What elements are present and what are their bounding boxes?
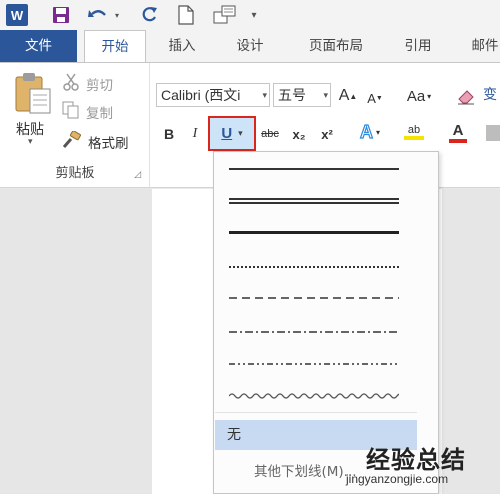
italic-button[interactable]: I [186,123,204,145]
new-document-icon[interactable] [176,4,196,26]
underline-option-double[interactable] [215,186,415,218]
clipboard-group: 粘贴 ▾ 剪切 复制 格式刷 剪贴板 ◿ [0,63,150,189]
underline-option-dashed[interactable] [215,284,415,316]
undo-dropdown-icon[interactable]: ▾ [112,4,122,26]
paintbrush-icon [62,130,82,153]
tab-references[interactable]: 引用 [390,30,446,62]
tab-mailings[interactable]: 邮件 [460,30,500,62]
subscript-button[interactable]: x₂ [288,123,310,145]
word-logo-icon: W [6,4,28,26]
underline-option-dash-dot[interactable] [215,318,415,350]
copy-label: 复制 [86,106,113,122]
highlight-button[interactable]: ab [394,121,434,143]
phonetic-guide-label: 变 [483,86,497,102]
quick-access-toolbar: W ▾ ▾ [0,0,500,30]
phonetic-guide-button[interactable]: 变 [480,83,500,105]
touch-mode-icon[interactable] [212,4,238,26]
chevron-down-icon: ▾ [262,90,267,100]
eraser-icon [458,90,474,105]
more-underlines-item[interactable]: 其他下划线(M)... [254,460,357,480]
underline-option-dash-dot-dot[interactable] [215,350,415,382]
tab-design[interactable]: 设计 [222,30,278,62]
copy-button[interactable]: 复制 [62,101,113,123]
paste-button[interactable]: 粘贴 [16,119,44,139]
customize-icon[interactable]: ▾ [248,4,260,26]
chevron-down-icon: ▾ [323,90,328,100]
underline-button[interactable]: U ▾ [208,116,256,151]
font-name-combo[interactable]: Calibri (西文i ▾ [156,83,270,107]
clear-formatting-button[interactable] [455,85,477,107]
underline-option-single[interactable] [215,154,415,186]
watermark-title: 经验总结 [366,445,466,474]
tab-home[interactable]: 开始 [84,30,146,63]
underline-dropdown-icon: ▾ [238,128,243,139]
tab-insert[interactable]: 插入 [152,30,212,62]
underline-label: U [221,125,233,142]
text-effects-label: A [359,121,373,142]
cut-label: 剪切 [86,78,113,94]
bold-button[interactable]: B [160,123,178,145]
menu-separator [215,412,417,413]
grow-font-button[interactable]: A ▲ [338,85,358,107]
paste-icon[interactable] [14,71,54,117]
bold-label: B [163,126,175,142]
change-case-label: Aa [406,87,426,105]
underline-option-wave[interactable] [215,382,415,414]
highlight-color-swatch [404,136,424,140]
paste-dropdown-icon[interactable]: ▾ [28,137,33,147]
scissors-icon [62,73,80,95]
superscript-label: x² [321,126,333,142]
text-effects-button[interactable]: A ▾ [354,121,386,143]
superscript-button[interactable]: x² [316,123,338,145]
format-painter-label: 格式刷 [88,136,129,152]
format-painter-button[interactable]: 格式刷 [62,130,129,153]
font-size-value: 五号 [278,87,306,103]
italic-label: I [192,126,198,141]
ribbon-tabs: 文件 开始 插入 设计 页面布局 引用 邮件 [0,30,500,63]
shrink-font-label: A [367,90,376,106]
font-color-swatch [449,138,467,143]
font-color-label: A [452,121,464,139]
watermark-url: jingyanzongjie.com [346,472,449,486]
undo-icon[interactable] [86,4,110,26]
cut-button[interactable]: 剪切 [62,73,113,95]
dialog-launcher-icon[interactable]: ◿ [134,170,141,180]
font-name-value: Calibri (西文i [161,87,241,103]
subscript-label: x₂ [292,126,306,142]
tab-file[interactable]: 文件 [0,30,77,62]
strikethrough-button[interactable]: abc [258,123,282,145]
font-size-combo[interactable]: 五号 ▾ [273,83,331,107]
clipboard-group-label: 剪贴板 [55,166,95,181]
copy-icon [62,101,80,123]
grow-font-label: A [338,87,350,104]
strikethrough-label: abc [261,128,279,140]
highlight-label: ab [407,124,421,136]
save-icon[interactable] [50,4,72,26]
change-case-button[interactable]: Aa ▾ [400,85,438,107]
underline-option-thick[interactable] [215,218,415,250]
redo-icon[interactable] [138,4,160,26]
tab-layout[interactable]: 页面布局 [296,30,376,62]
character-shading-button[interactable] [486,125,500,141]
underline-option-dotted[interactable] [215,252,415,284]
shrink-font-button[interactable]: A ▼ [366,87,384,109]
font-color-button[interactable]: A [442,121,474,143]
